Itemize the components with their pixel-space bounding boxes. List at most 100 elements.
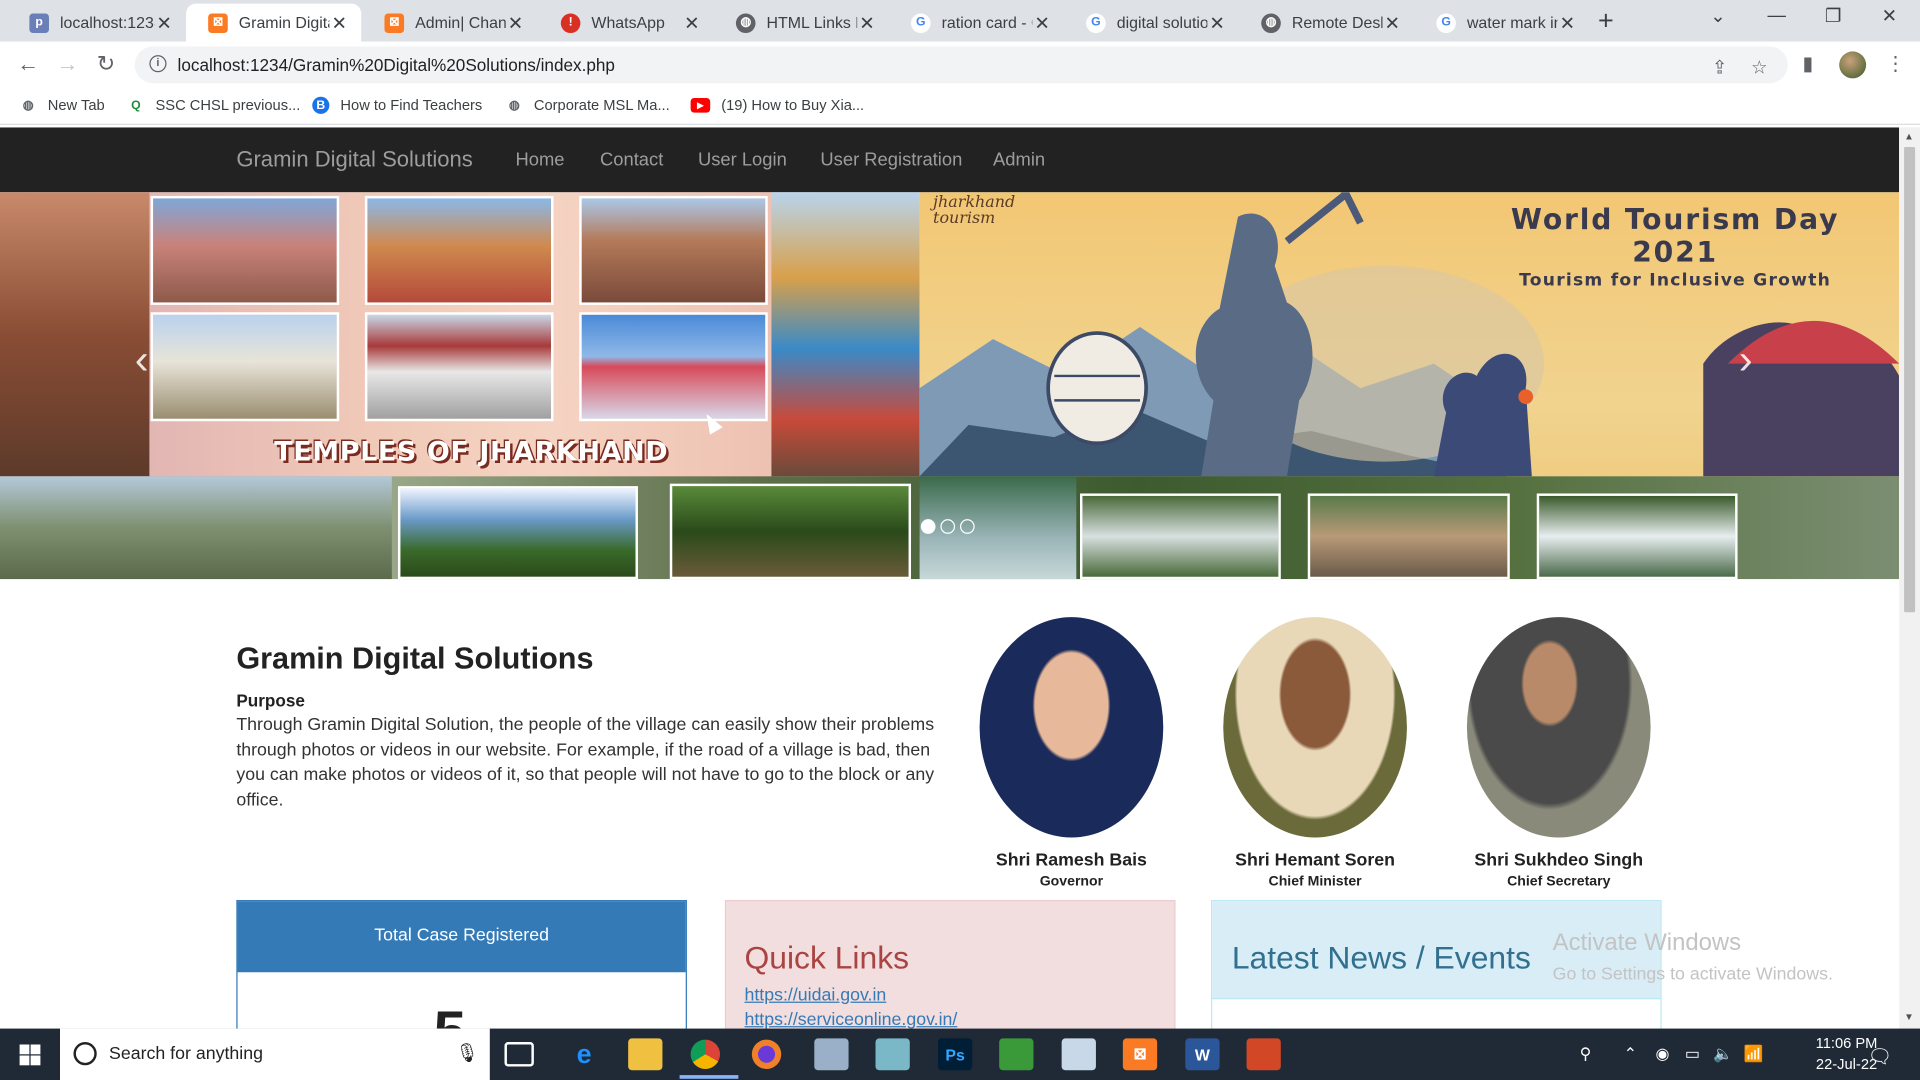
microphone-icon[interactable]: 🎙	[456, 1042, 479, 1064]
firefox-icon[interactable]	[751, 1039, 782, 1069]
profile-avatar[interactable]	[1839, 51, 1867, 79]
task-view-icon[interactable]	[504, 1042, 534, 1067]
active-app-indicator	[679, 1075, 739, 1079]
tab-gramin-digital[interactable]: ⊠ Gramin Digital ✕	[186, 3, 362, 42]
landscape-photo	[397, 486, 638, 580]
chrome-icon[interactable]	[690, 1039, 721, 1069]
nav-admin[interactable]: Admin	[993, 149, 1045, 170]
tab-remote-desktop[interactable]: ◍ Remote Deskt ✕	[1239, 4, 1414, 42]
window-close-icon[interactable]: ✕	[1861, 5, 1917, 27]
battery-icon[interactable]: ▭	[1685, 1044, 1700, 1064]
app-icon[interactable]	[999, 1038, 1034, 1071]
notification-icon[interactable]: 🗨	[1867, 1044, 1892, 1068]
hero-carousel: TEMPLES OF JHARKHAND jharkhand tourism W…	[0, 192, 1900, 580]
bookmark-new-tab[interactable]: ◍ New Tab	[20, 97, 105, 114]
close-icon[interactable]: ✕	[857, 12, 877, 34]
page-scrollbar[interactable]: ▲ ▼	[1899, 127, 1920, 1029]
b-icon: B	[312, 96, 330, 114]
temple-photo	[364, 312, 554, 422]
tab-search-chevron-icon[interactable]: ⌄	[1690, 5, 1746, 27]
bookmark-ssc-chsl[interactable]: Q SSC CHSL previous...	[127, 97, 300, 114]
nav-home[interactable]: Home	[516, 149, 565, 170]
tab-title: Admin| Chang	[415, 13, 506, 32]
quick-link-serviceonline[interactable]: https://serviceonline.gov.in/	[744, 1010, 957, 1028]
close-icon[interactable]: ✕	[154, 12, 174, 34]
taskbar-search-box[interactable]: Search for anything 🎙	[60, 1028, 490, 1080]
scroll-down-icon[interactable]: ▼	[1904, 1011, 1914, 1022]
youtube-icon: ▶	[690, 97, 711, 113]
tab-admin[interactable]: ⊠ Admin| Chang ✕	[362, 4, 537, 42]
site-info-icon[interactable]: i	[149, 55, 167, 73]
file-explorer-icon[interactable]	[628, 1038, 663, 1071]
scroll-up-icon[interactable]: ▲	[1904, 131, 1914, 142]
bookmark-find-teachers[interactable]: B How to Find Teachers	[312, 96, 482, 114]
word-icon[interactable]: W	[1185, 1038, 1220, 1071]
tab-title: WhatsApp	[591, 13, 665, 32]
bookmark-label: (19) How to Buy Xia...	[721, 96, 865, 114]
url-text[interactable]: localhost:1234/Gramin%20Digital%20Soluti…	[178, 55, 615, 75]
app-icon[interactable]	[875, 1038, 910, 1071]
kebab-menu-icon[interactable]: ⋮	[1886, 51, 1906, 75]
chrome-tray-icon[interactable]: ◉	[1656, 1044, 1670, 1064]
back-arrow-icon[interactable]: ←	[17, 51, 39, 77]
watermark-line2: Go to Settings to activate Windows.	[1552, 964, 1833, 985]
app-icon[interactable]	[1061, 1038, 1096, 1071]
tab-whatsapp[interactable]: ! WhatsApp ✕	[539, 4, 714, 42]
bookmark-star-icon[interactable]: ☆	[1751, 56, 1767, 79]
app-icon[interactable]	[1246, 1038, 1281, 1071]
google-icon: G	[1436, 12, 1456, 33]
globe-icon: ◍	[735, 12, 756, 33]
close-icon[interactable]: ✕	[1032, 12, 1052, 34]
nav-contact[interactable]: Contact	[600, 149, 663, 170]
close-icon[interactable]: ✕	[1558, 12, 1578, 34]
activate-windows-watermark: Activate Windows Go to Settings to activ…	[1553, 929, 1833, 984]
slide-tourism-subtitle: Tourism for Inclusive Growth	[1519, 270, 1832, 291]
nav-user-login[interactable]: User Login	[698, 149, 787, 170]
app-icon[interactable]	[814, 1038, 849, 1071]
nav-user-registration[interactable]: User Registration	[820, 149, 962, 170]
volume-icon[interactable]: 🔈	[1713, 1044, 1733, 1064]
quick-link-uidai[interactable]: https://uidai.gov.in	[744, 986, 886, 1006]
carousel-indicator[interactable]	[960, 519, 975, 534]
bookmark-youtube[interactable]: ▶ (19) How to Buy Xia...	[690, 96, 865, 114]
purpose-label: Purpose	[236, 690, 305, 711]
omnibox[interactable]: i localhost:1234/Gramin%20Digital%20Solu…	[134, 46, 1788, 84]
share-icon[interactable]: ⇪	[1712, 56, 1727, 79]
forward-arrow-icon[interactable]: →	[56, 51, 78, 77]
site-navbar: Gramin Digital Solutions Home Contact Us…	[0, 127, 1900, 193]
restore-icon[interactable]: ❐	[1805, 5, 1861, 27]
people-icon[interactable]: ⚲	[1580, 1044, 1592, 1064]
tab-html-links[interactable]: ◍ HTML Links Hy ✕	[714, 4, 889, 42]
tab-digital-solution[interactable]: G digital solutio ✕	[1064, 4, 1239, 42]
site-brand[interactable]: Gramin Digital Solutions	[236, 147, 472, 173]
close-icon[interactable]: ✕	[1207, 12, 1227, 34]
wifi-icon[interactable]: 📶	[1744, 1044, 1764, 1064]
scrollbar-thumb[interactable]	[1904, 146, 1916, 613]
side-panel-icon[interactable]: ▮	[1802, 51, 1813, 75]
tab-water-mark[interactable]: G water mark in ✕	[1414, 4, 1589, 42]
close-icon[interactable]: ✕	[682, 12, 702, 34]
xampp-icon[interactable]: ⊠	[1122, 1038, 1158, 1071]
photoshop-icon[interactable]: Ps	[937, 1038, 973, 1071]
reload-icon[interactable]: ↻	[97, 51, 115, 77]
tab-localhost[interactable]: p localhost:1234 ✕	[7, 4, 186, 42]
carousel-indicator[interactable]	[940, 519, 956, 534]
windows-start-icon[interactable]	[19, 1044, 41, 1066]
edge-icon[interactable]: e	[567, 1038, 601, 1070]
close-icon[interactable]: ✕	[506, 12, 526, 34]
taskbar-search-placeholder: Search for anything	[108, 1044, 263, 1065]
carousel-indicator[interactable]	[920, 519, 936, 534]
tray-chevron-icon[interactable]: ⌃	[1624, 1044, 1637, 1064]
carousel-prev-chevron-icon[interactable]: ‹	[135, 337, 149, 385]
close-icon[interactable]: ✕	[329, 12, 349, 34]
xampp-icon: ⊠	[384, 12, 405, 33]
minimize-icon[interactable]: —	[1749, 5, 1805, 26]
search-circle-icon	[73, 1042, 97, 1066]
google-icon: G	[911, 12, 931, 33]
new-tab-plus-icon[interactable]: +	[1598, 5, 1614, 37]
bookmark-corporate-msl[interactable]: ◍ Corporate MSL Ma...	[506, 97, 670, 114]
tab-ration-card[interactable]: G ration card - G ✕	[889, 4, 1064, 42]
carousel-next-chevron-icon[interactable]: ›	[1739, 337, 1753, 385]
close-icon[interactable]: ✕	[1382, 12, 1402, 34]
person-card-chief-minister: Shri Hemant Soren Chief Minister	[1193, 617, 1438, 889]
